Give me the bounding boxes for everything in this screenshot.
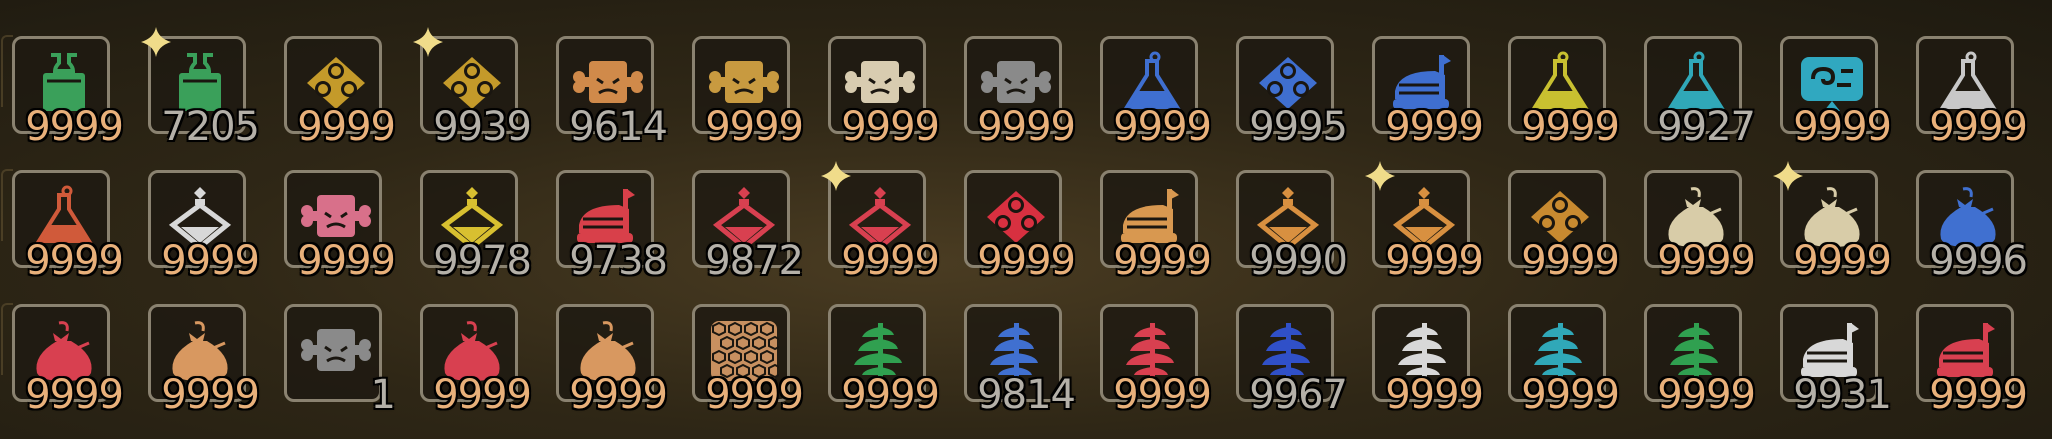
item-slot[interactable]: 9999 xyxy=(1916,304,2028,415)
item-slot[interactable]: 1 xyxy=(284,304,396,415)
item-slot[interactable]: 9990 xyxy=(1236,170,1348,281)
item-quantity: 9999 xyxy=(1929,372,2028,418)
item-slot[interactable]: 9999 xyxy=(1100,304,1212,415)
item-slot[interactable]: 9999 xyxy=(1372,36,1484,147)
item-quantity: 9999 xyxy=(705,104,804,150)
item-slot[interactable]: 9999 xyxy=(1773,161,1892,281)
item-slot[interactable]: 9614 xyxy=(556,36,668,147)
item-quantity: 9995 xyxy=(1249,104,1348,150)
item-slot[interactable]: 9999 xyxy=(1644,304,1756,415)
item-slot[interactable]: 9999 xyxy=(1644,170,1756,281)
item-quantity: 7205 xyxy=(161,104,260,150)
item-quantity: 9999 xyxy=(569,372,668,418)
item-quantity: 9999 xyxy=(841,104,940,150)
item-slot[interactable]: 9978 xyxy=(420,170,532,281)
item-slot[interactable]: 9939 xyxy=(413,27,532,147)
item-quantity: 9999 xyxy=(1793,238,1892,284)
item-quantity: 9999 xyxy=(1385,372,1484,418)
item-quantity: 9814 xyxy=(977,372,1076,418)
item-slot[interactable]: 9999 xyxy=(1100,36,1212,147)
item-quantity: 9999 xyxy=(977,238,1076,284)
item-quantity: 9999 xyxy=(705,372,804,418)
item-slot[interactable]: 9999 xyxy=(148,304,260,415)
item-slot[interactable]: 9999 xyxy=(964,36,1076,147)
item-slot[interactable]: 9999 xyxy=(1508,170,1620,281)
item-quantity: 9996 xyxy=(1929,238,2028,284)
item-slot[interactable]: 9999 xyxy=(1780,36,1892,147)
item-quantity: 9999 xyxy=(1385,104,1484,150)
item-quantity: 9999 xyxy=(1929,104,2028,150)
item-slot[interactable]: 9999 xyxy=(1,35,124,147)
item-slot[interactable]: 9999 xyxy=(1508,304,1620,415)
item-slot[interactable]: 9738 xyxy=(556,170,668,281)
item-slot[interactable]: 9999 xyxy=(1372,304,1484,415)
new-item-sparkle-icon xyxy=(1773,161,1803,191)
item-slot[interactable]: 9996 xyxy=(1916,170,2028,281)
new-item-sparkle-icon xyxy=(413,27,443,57)
item-quantity: 9939 xyxy=(433,104,532,150)
item-slot[interactable]: 9872 xyxy=(692,170,804,281)
item-quantity: 9872 xyxy=(705,238,804,284)
item-slot[interactable]: 9999 xyxy=(1100,170,1212,281)
item-slot[interactable]: 9999 xyxy=(420,304,532,415)
item-quantity: 9999 xyxy=(1113,238,1212,284)
item-slot[interactable]: 9999 xyxy=(692,304,804,415)
item-slot[interactable]: 9999 xyxy=(692,36,804,147)
item-quantity: 9999 xyxy=(25,372,124,418)
item-slot[interactable]: 9927 xyxy=(1644,36,1756,147)
item-quantity: 9999 xyxy=(161,238,260,284)
item-quantity: 9999 xyxy=(297,104,396,150)
item-quantity: 9999 xyxy=(25,238,124,284)
item-slot[interactable]: 9995 xyxy=(1236,36,1348,147)
item-quantity: 9999 xyxy=(977,104,1076,150)
item-quantity: 9999 xyxy=(433,372,532,418)
new-item-sparkle-icon xyxy=(141,27,171,57)
item-slot[interactable]: 9967 xyxy=(1236,304,1348,415)
item-quantity: 9999 xyxy=(1521,104,1620,150)
item-slot[interactable]: 7205 xyxy=(141,27,260,147)
item-quantity: 9999 xyxy=(1385,238,1484,284)
item-slot[interactable]: 9931 xyxy=(1780,304,1892,415)
item-quantity: 9999 xyxy=(1793,104,1892,150)
item-slot[interactable]: 9999 xyxy=(964,170,1076,281)
item-quantity: 9999 xyxy=(1521,238,1620,284)
item-slot[interactable]: 9999 xyxy=(828,304,940,415)
item-quantity: 9999 xyxy=(1113,372,1212,418)
item-slot[interactable]: 9999 xyxy=(1,303,124,415)
item-quantity: 9999 xyxy=(1657,238,1756,284)
item-slot[interactable]: 9999 xyxy=(284,170,396,281)
item-slot[interactable]: 9999 xyxy=(821,161,940,281)
item-quantity: 9999 xyxy=(1113,104,1212,150)
item-quantity: 1 xyxy=(370,372,396,418)
new-item-sparkle-icon xyxy=(1365,161,1395,191)
item-quantity: 9931 xyxy=(1793,372,1892,418)
item-slot[interactable]: 9999 xyxy=(148,170,260,281)
item-slot[interactable]: 9999 xyxy=(1916,36,2028,147)
bone-cube-icon xyxy=(301,319,371,383)
item-slot[interactable]: 9999 xyxy=(556,304,668,415)
item-quantity: 9999 xyxy=(1657,372,1756,418)
item-quantity: 9999 xyxy=(297,238,396,284)
item-quantity: 9614 xyxy=(569,104,668,150)
item-quantity: 9999 xyxy=(161,372,260,418)
item-quantity: 9990 xyxy=(1249,238,1348,284)
item-slot[interactable]: 9999 xyxy=(284,36,396,147)
item-quantity: 9738 xyxy=(569,238,668,284)
item-quantity: 9999 xyxy=(841,372,940,418)
item-box-grid: 9999 7205 9999 9939 9614 9999 9999 9999 9999 9995… xyxy=(1,27,2028,415)
item-quantity: 9999 xyxy=(25,104,124,150)
new-item-sparkle-icon xyxy=(821,161,851,191)
item-slot[interactable]: 9999 xyxy=(828,36,940,147)
item-slot[interactable]: 9999 xyxy=(1365,161,1484,281)
item-slot[interactable]: 9814 xyxy=(964,304,1076,415)
item-quantity: 9999 xyxy=(841,238,940,284)
item-quantity: 9978 xyxy=(433,238,532,284)
item-quantity: 9927 xyxy=(1657,104,1756,150)
item-slot[interactable]: 9999 xyxy=(1,169,124,281)
item-quantity: 9999 xyxy=(1521,372,1620,418)
item-quantity: 9967 xyxy=(1249,372,1348,418)
item-slot[interactable]: 9999 xyxy=(1508,36,1620,147)
